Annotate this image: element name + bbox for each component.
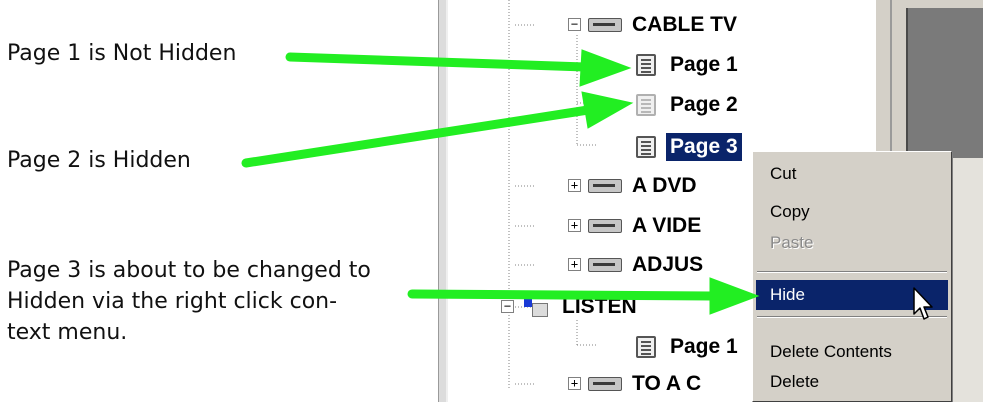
annotation-arrows xyxy=(241,49,760,315)
arrow-head-page3 xyxy=(709,277,760,315)
arrow-head-page2 xyxy=(581,91,634,129)
arrow-page2 xyxy=(241,105,593,168)
arrow-page3 xyxy=(407,289,717,301)
arrow-page1 xyxy=(285,52,590,72)
arrow-head-page1 xyxy=(579,49,632,87)
